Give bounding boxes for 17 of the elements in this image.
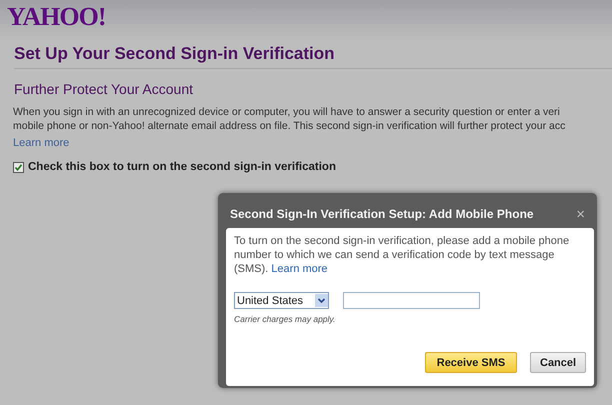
page-title: Set Up Your Second Sign-in Verification <box>14 44 612 69</box>
learn-more-link[interactable]: Learn more <box>271 263 328 275</box>
dialog-message: To turn on the second sign-in verification, please add a mobile phone number to which we can send a verification code by text message (SMS). Learn more <box>234 234 570 276</box>
checkbox[interactable] <box>13 162 24 172</box>
dialog-title: Second Sign-In Verification Setup: Add Mobile Phone <box>230 207 534 221</box>
close-icon[interactable]: × <box>576 206 585 222</box>
phone-number-field[interactable] <box>343 292 480 309</box>
learn-more-link[interactable]: Learn more <box>13 136 70 150</box>
description-text: When you sign in with an unrecognized device or computer, you will have to answer a security question or enter a veri <box>13 105 561 119</box>
section-title: Further Protect Your Account <box>14 81 194 97</box>
cancel-button[interactable]: Cancel <box>530 352 586 373</box>
description-text: mobile phone or non-Yahoo! alternate email address on file. This second sign-in verification will further protect your acc <box>13 119 566 133</box>
country-dropdown[interactable]: United States <box>234 292 329 309</box>
checkbox-label: Check this box to turn on the second sign-in verification <box>28 161 336 173</box>
receive-sms-button[interactable]: Receive SMS <box>425 352 517 373</box>
carrier-note: Carrier charges may apply. <box>234 314 336 324</box>
yahoo-logo[interactable]: YAHOO! <box>0 0 106 35</box>
